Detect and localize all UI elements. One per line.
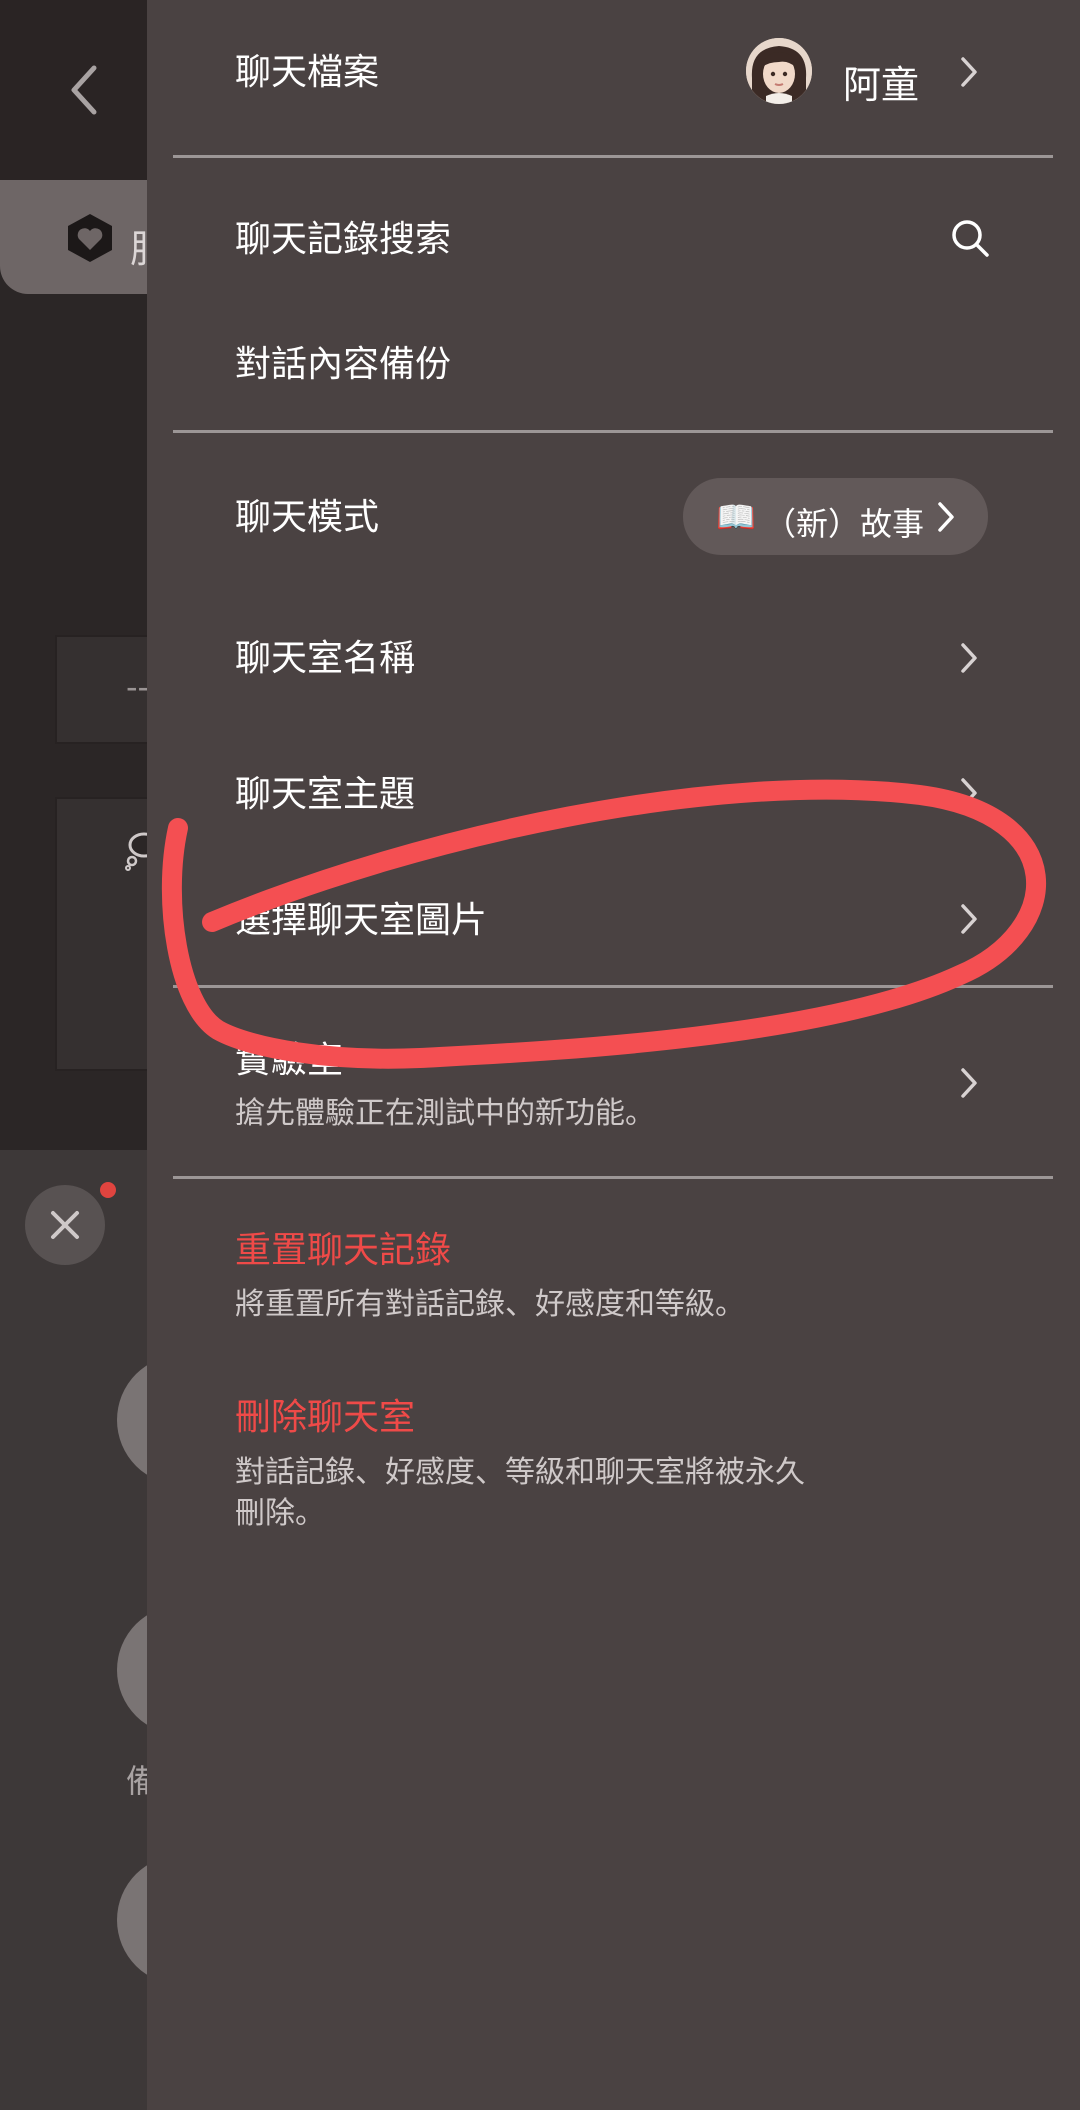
character-avatar[interactable] bbox=[746, 38, 812, 104]
close-icon bbox=[51, 1211, 79, 1239]
delete-chat-room-label[interactable]: 刪除聊天室 bbox=[235, 1400, 415, 1436]
chevron-right-icon bbox=[961, 904, 977, 934]
lab-label[interactable]: 實驗室 bbox=[235, 1043, 343, 1079]
book-icon: 📖 bbox=[716, 498, 756, 536]
delete-description-line1: 對話記錄、好感度、等級和聊天室將被永久 bbox=[235, 1455, 805, 1490]
section-divider bbox=[173, 1176, 1053, 1179]
room-image-label[interactable]: 選擇聊天室圖片 bbox=[235, 903, 487, 939]
room-name-label[interactable]: 聊天室名稱 bbox=[235, 641, 415, 677]
close-panel-button[interactable] bbox=[25, 1185, 105, 1265]
chat-mode-value[interactable]: （新）故事 bbox=[764, 499, 924, 545]
chevron-right-icon bbox=[961, 57, 977, 87]
notification-dot bbox=[100, 1182, 116, 1198]
chat-mode-label: 聊天模式 bbox=[235, 497, 380, 538]
message-card-text-partial: -- bbox=[126, 668, 150, 706]
avatar-image bbox=[746, 38, 812, 104]
profile-row-label[interactable]: 聊天檔案 bbox=[235, 55, 379, 91]
section-divider bbox=[173, 985, 1053, 988]
conversation-backup-label[interactable]: 對話內容備份 bbox=[235, 347, 451, 383]
reset-chat-history-label[interactable]: 重置聊天記錄 bbox=[235, 1233, 451, 1269]
section-divider bbox=[173, 155, 1053, 158]
back-arrow-icon[interactable] bbox=[62, 62, 106, 118]
room-theme-label[interactable]: 聊天室主題 bbox=[235, 777, 415, 813]
chat-history-search-label[interactable]: 聊天記錄搜索 bbox=[235, 222, 451, 258]
reset-description: 將重置所有對話記錄、好感度和等級。 bbox=[235, 1287, 745, 1322]
search-icon[interactable] bbox=[950, 218, 990, 258]
section-divider bbox=[173, 430, 1053, 433]
heart-shield-icon bbox=[68, 214, 112, 262]
delete-description-line2: 刪除。 bbox=[235, 1496, 325, 1531]
chevron-right-icon bbox=[961, 643, 977, 673]
character-name[interactable]: 阿童 bbox=[843, 54, 919, 109]
chevron-right-icon bbox=[938, 502, 954, 532]
chevron-right-icon bbox=[961, 1068, 977, 1098]
chevron-right-icon bbox=[961, 778, 977, 808]
lab-description: 搶先體驗正在測試中的新功能。 bbox=[235, 1096, 655, 1131]
